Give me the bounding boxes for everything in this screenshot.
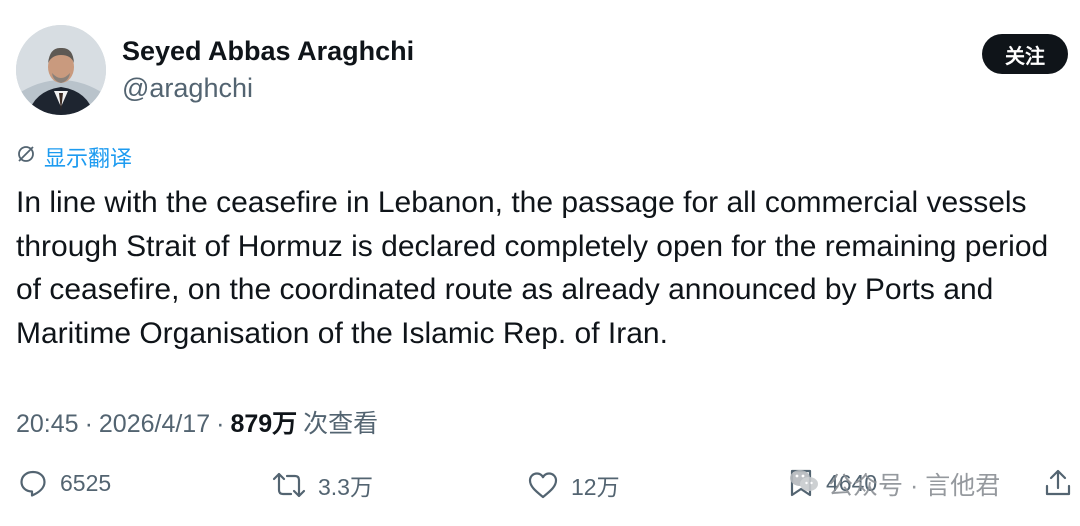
like-count: 12万 — [571, 474, 620, 500]
watermark-text: 公众号 · 言他君 — [828, 472, 1001, 500]
watermark: 公众号 · 言他君 — [788, 466, 1000, 502]
avatar-image — [16, 25, 106, 115]
author-handle[interactable]: @araghchi — [122, 73, 253, 104]
globe-slash-icon — [16, 144, 36, 170]
show-translation-label: 显示翻译 — [44, 146, 133, 171]
reply-button[interactable]: 6525 — [18, 468, 111, 498]
tweet-meta: 20:45 · 2026/4/17 · 879万 次查看 — [16, 404, 378, 440]
meta-separator: · — [84, 410, 93, 438]
share-button[interactable] — [1044, 468, 1072, 498]
follow-button[interactable]: 关注 — [982, 34, 1068, 74]
avatar[interactable] — [16, 25, 106, 115]
heart-icon — [527, 470, 559, 500]
meta-separator: · — [216, 410, 225, 438]
author-name[interactable]: Seyed Abbas Araghchi — [122, 36, 414, 67]
repost-count: 3.3万 — [318, 474, 373, 500]
tweet-text: In line with the ceasefire in Lebanon, t… — [16, 186, 1049, 350]
share-upload-icon — [1044, 468, 1072, 498]
tweet-date[interactable]: 2026/4/17 — [99, 410, 210, 439]
views-label: 次查看 — [303, 410, 379, 438]
repost-button[interactable]: 3.3万 — [272, 468, 373, 502]
like-button[interactable]: 12万 — [527, 468, 620, 502]
views-count: 879万 — [230, 410, 298, 438]
tweet-time[interactable]: 20:45 — [16, 410, 79, 439]
reply-count: 6525 — [60, 469, 112, 496]
wechat-icon — [788, 467, 820, 502]
repost-arrows-icon — [272, 470, 306, 500]
show-translation-link[interactable]: 显示翻译 — [16, 141, 132, 173]
speech-bubble-icon — [18, 468, 48, 498]
